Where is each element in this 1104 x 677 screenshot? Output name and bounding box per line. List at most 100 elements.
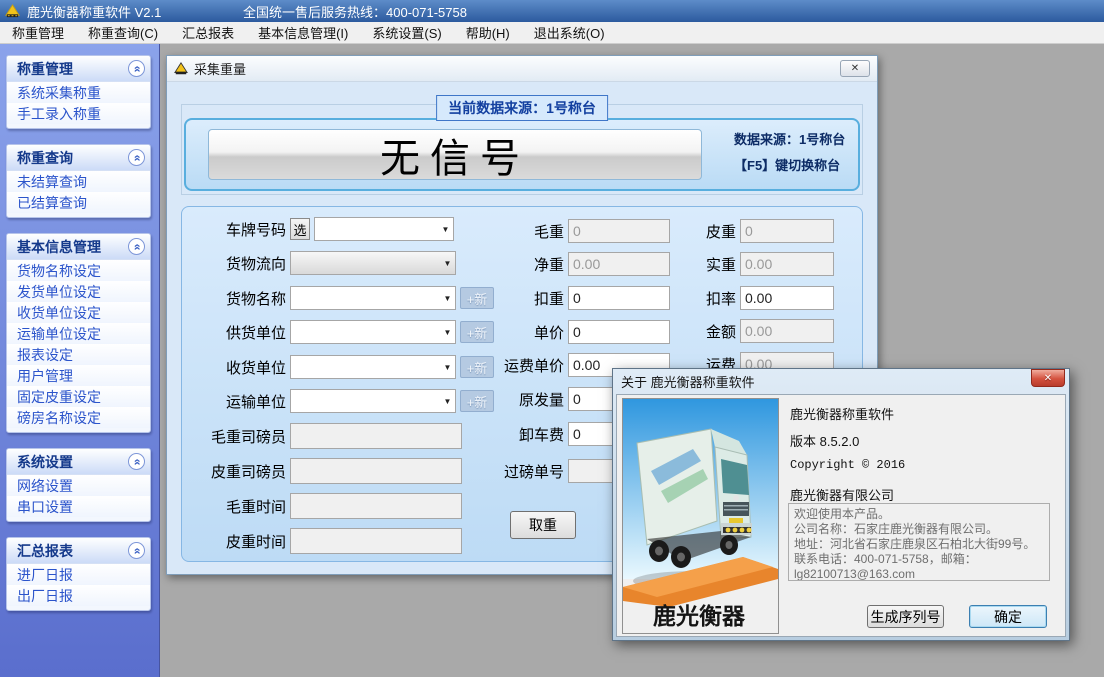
menu-system-settings[interactable]: 系统设置(S) — [360, 22, 453, 43]
sidebar-item-outbound-daily[interactable]: 出厂日报 — [7, 585, 150, 606]
field-label: 运输单位 — [182, 391, 286, 412]
sidebar-item-receiver-unit[interactable]: 收货单位设定 — [7, 302, 150, 323]
field-label: 皮重 — [616, 221, 736, 242]
sidebar-group-header[interactable]: 汇总报表 » — [7, 538, 150, 564]
goods-name-combobox[interactable]: ▼ — [290, 286, 456, 310]
form-row-tare-operator: 皮重司磅员 — [182, 458, 462, 484]
tare-time-field[interactable] — [290, 528, 462, 554]
sidebar-group-weigh-manage: 称重管理 » 系统采集称重 手工录入称重 — [6, 55, 151, 129]
sidebar-item-system-weigh[interactable]: 系统采集称重 — [7, 82, 150, 103]
sidebar-item-user-manage[interactable]: 用户管理 — [7, 365, 150, 386]
receiver-combobox[interactable]: ▼ — [290, 355, 456, 379]
application-root: 鹿光衡器称重软件 V2.1 全国统一售后服务热线：400-071-5758 称重… — [0, 0, 1104, 677]
app-logo-icon — [5, 4, 20, 19]
form-row-actual-weight: 实重 — [616, 252, 834, 276]
sidebar-item-inbound-daily[interactable]: 进厂日报 — [7, 564, 150, 585]
field-label: 货物名称 — [182, 288, 286, 309]
form-row-plate: 车牌号码 选 ▼ — [182, 217, 454, 241]
sidebar-item-sender-unit[interactable]: 发货单位设定 — [7, 281, 150, 302]
field-label: 扣率 — [616, 288, 736, 309]
field-label: 净重 — [444, 254, 564, 275]
deduct-rate-field[interactable] — [740, 286, 834, 310]
window-close-icon[interactable]: ✕ — [840, 60, 870, 77]
menu-summary-report[interactable]: 汇总报表 — [170, 22, 246, 43]
source-info-line1: 数据来源：1号称台 — [734, 127, 864, 153]
collapse-chevron-icon[interactable]: » — [128, 542, 145, 559]
field-label: 收货单位 — [182, 357, 286, 378]
window-titlebar: 采集重量 ✕ — [167, 56, 877, 82]
ok-button[interactable]: 确定 — [969, 605, 1047, 628]
transporter-combobox[interactable]: ▼ — [290, 389, 456, 413]
source-info-line2: 【F5】键切换称台 — [734, 153, 864, 179]
sidebar-group-title: 系统设置 — [17, 452, 73, 472]
window-title: 采集重量 — [194, 59, 246, 78]
sidebar-group-weigh-query: 称重查询 » 未结算查询 已结算查询 — [6, 144, 151, 218]
sidebar-item-goods-name[interactable]: 货物名称设定 — [7, 260, 150, 281]
collapse-chevron-icon[interactable]: » — [128, 238, 145, 255]
sidebar-group-header[interactable]: 称重管理 » — [7, 56, 150, 82]
collapse-chevron-icon[interactable]: » — [128, 60, 145, 77]
about-text-block: 鹿光衡器称重软件 版本 8.5.2.0 Copyright © 2016 鹿光衡… — [790, 404, 905, 512]
plate-select-button[interactable]: 选 — [290, 218, 310, 240]
sidebar-group-title: 称重管理 — [17, 59, 73, 79]
field-label: 皮重时间 — [182, 531, 286, 552]
sidebar: 称重管理 » 系统采集称重 手工录入称重 称重查询 » 未结算查询 已结算查询 … — [0, 44, 160, 677]
sidebar-group-title: 基本信息管理 — [17, 237, 101, 257]
collapse-chevron-icon[interactable]: » — [128, 149, 145, 166]
form-row-tare-weight: 皮重 — [616, 219, 834, 243]
tare-operator-field[interactable] — [290, 458, 462, 484]
menubar: 称重管理 称重查询(C) 汇总报表 基本信息管理(I) 系统设置(S) 帮助(H… — [0, 22, 1104, 44]
form-row-flow: 货物流向 ▼ — [182, 251, 456, 275]
app-titlebar: 鹿光衡器称重软件 V2.1 全国统一售后服务热线：400-071-5758 — [0, 0, 1104, 22]
field-label: 实重 — [616, 254, 736, 275]
dialog-body: 鹿光衡器 鹿光衡器称重软件 版本 8.5.2.0 Copyright © 201… — [616, 394, 1066, 637]
weight-display: 无信号 — [208, 129, 702, 180]
menu-exit[interactable]: 退出系统(O) — [522, 22, 617, 43]
dialog-titlebar: 关于 鹿光衡器称重软件 ✕ — [616, 369, 1066, 394]
field-label: 运费单价 — [444, 355, 564, 376]
sidebar-group-system-settings: 系统设置 » 网络设置 串口设置 — [6, 448, 151, 522]
sidebar-group-header[interactable]: 系统设置 » — [7, 449, 150, 475]
form-row-gross-operator: 毛重司磅员 — [182, 423, 462, 449]
sidebar-item-network-setting[interactable]: 网络设置 — [7, 475, 150, 496]
menu-weigh-manage[interactable]: 称重管理 — [0, 22, 76, 43]
tare-weight-field[interactable] — [740, 219, 834, 243]
sidebar-item-transport-unit[interactable]: 运输单位设定 — [7, 323, 150, 344]
gross-operator-field[interactable] — [290, 423, 462, 449]
sidebar-item-scale-house-name[interactable]: 磅房名称设定 — [7, 407, 150, 428]
generate-serial-button[interactable]: 生成序列号 — [867, 605, 944, 628]
mdi-workspace: 采集重量 ✕ 当前数据来源：1号称台 无信号 数据来源：1号称台 【F5】键切换… — [160, 44, 1104, 677]
field-label: 供货单位 — [182, 322, 286, 343]
sidebar-item-serial-setting[interactable]: 串口设置 — [7, 496, 150, 517]
source-info: 数据来源：1号称台 【F5】键切换称台 — [734, 127, 864, 179]
sidebar-group-title: 汇总报表 — [17, 541, 73, 561]
menu-weigh-query[interactable]: 称重查询(C) — [76, 22, 170, 43]
sidebar-group-header[interactable]: 基本信息管理 » — [7, 234, 150, 260]
about-version: 版本 8.5.2.0 — [790, 431, 905, 458]
dialog-close-icon[interactable]: ✕ — [1031, 369, 1065, 387]
sidebar-group-header[interactable]: 称重查询 » — [7, 145, 150, 171]
menu-basic-info[interactable]: 基本信息管理(I) — [246, 22, 360, 43]
weight-panel: 无信号 数据来源：1号称台 【F5】键切换称台 — [184, 118, 860, 191]
collapse-chevron-icon[interactable]: » — [128, 453, 145, 470]
take-weight-button[interactable]: 取重 — [510, 511, 576, 539]
menu-help[interactable]: 帮助(H) — [454, 22, 522, 43]
sidebar-item-fixed-tare[interactable]: 固定皮重设定 — [7, 386, 150, 407]
amount-field[interactable] — [740, 319, 834, 343]
form-row-amount: 金额 — [616, 319, 834, 343]
supplier-combobox[interactable]: ▼ — [290, 320, 456, 344]
form-row-deduct-rate: 扣率 — [616, 286, 834, 310]
goods-flow-combobox[interactable]: ▼ — [290, 251, 456, 275]
truck-weighbridge-image: 鹿光衡器 — [622, 398, 779, 634]
sidebar-item-manual-weigh[interactable]: 手工录入称重 — [7, 103, 150, 124]
sidebar-item-settled-query[interactable]: 已结算查询 — [7, 192, 150, 213]
sidebar-item-unsettled-query[interactable]: 未结算查询 — [7, 171, 150, 192]
field-label: 单价 — [444, 322, 564, 343]
dialog-title: 关于 鹿光衡器称重软件 — [621, 372, 755, 391]
field-label: 扣重 — [444, 288, 564, 309]
gross-time-field[interactable] — [290, 493, 462, 519]
app-title: 鹿光衡器称重软件 V2.1 — [27, 2, 161, 21]
plate-combobox[interactable]: ▼ — [314, 217, 454, 241]
sidebar-item-report-setting[interactable]: 报表设定 — [7, 344, 150, 365]
actual-weight-field[interactable] — [740, 252, 834, 276]
